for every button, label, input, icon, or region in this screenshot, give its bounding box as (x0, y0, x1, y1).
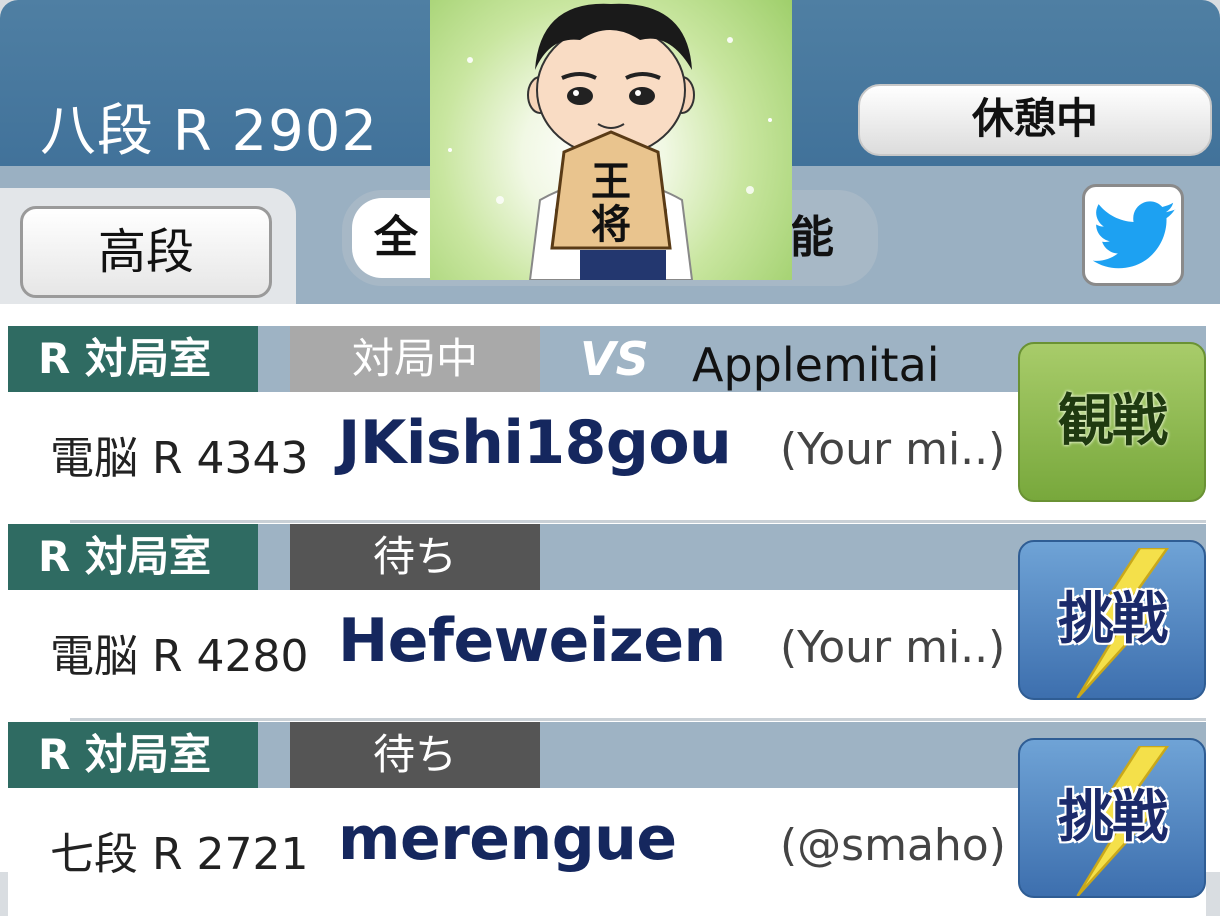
opponent-name: Applemitai (692, 338, 940, 392)
room-row: R 対局室 待ち 七段 R 2721 merengue (@smaho) 挑戦 (0, 700, 1220, 916)
svg-text:王: 王 (591, 159, 631, 205)
host-username: JKishi18gou (338, 408, 732, 478)
player-rank-rating: 八段 R 2902 (40, 99, 379, 164)
watch-button[interactable]: 観戦 (1018, 342, 1206, 502)
host-comment: (Your mi..) (780, 424, 1006, 475)
room-row: R 対局室 待ち 電脳 R 4280 Hefeweizen (Your mi..… (0, 502, 1220, 721)
host-comment: (@smaho) (780, 820, 1006, 871)
room-label: R 対局室 (8, 326, 258, 392)
challenge-button[interactable]: 挑戦 (1018, 540, 1206, 700)
host-rank: 七段 R 2721 (50, 829, 309, 880)
shogi-king-avatar: 王 将 (448, 3, 772, 280)
host-rank: 電脳 R 4280 (50, 631, 309, 682)
vs-label: VS (580, 332, 649, 386)
room-label: R 対局室 (8, 722, 258, 788)
room-state-label: 待ち (290, 722, 540, 788)
host-rank: 電脳 R 4343 (50, 433, 309, 484)
host-comment: (Your mi..) (780, 622, 1006, 673)
room-label: R 対局室 (8, 524, 258, 590)
status-button[interactable]: 休憩中 (858, 84, 1212, 156)
challenge-button-label: 挑戦 (1058, 785, 1168, 850)
svg-text:将: 将 (591, 202, 631, 248)
twitter-bird-icon (1093, 201, 1176, 269)
challenge-button[interactable]: 挑戦 (1018, 738, 1206, 898)
host-username: Hefeweizen (338, 606, 726, 676)
challenge-button-label: 挑戦 (1058, 587, 1168, 652)
room-row: R 対局室 対局中 VS Applemitai 電脳 R 4343 JKishi… (0, 304, 1220, 523)
room-list: R 対局室 対局中 VS Applemitai 電脳 R 4343 JKishi… (0, 304, 1220, 916)
host-username: merengue (338, 804, 677, 874)
watch-button-label: 観戦 (1058, 389, 1168, 454)
room-state-label: 対局中 (290, 326, 540, 392)
high-dan-tab[interactable]: 高段 (20, 206, 272, 298)
player-avatar[interactable]: 王 将 (430, 0, 792, 280)
twitter-button[interactable] (1082, 184, 1184, 286)
segment-available[interactable]: 能 (790, 198, 870, 278)
room-state-label: 待ち (290, 524, 540, 590)
